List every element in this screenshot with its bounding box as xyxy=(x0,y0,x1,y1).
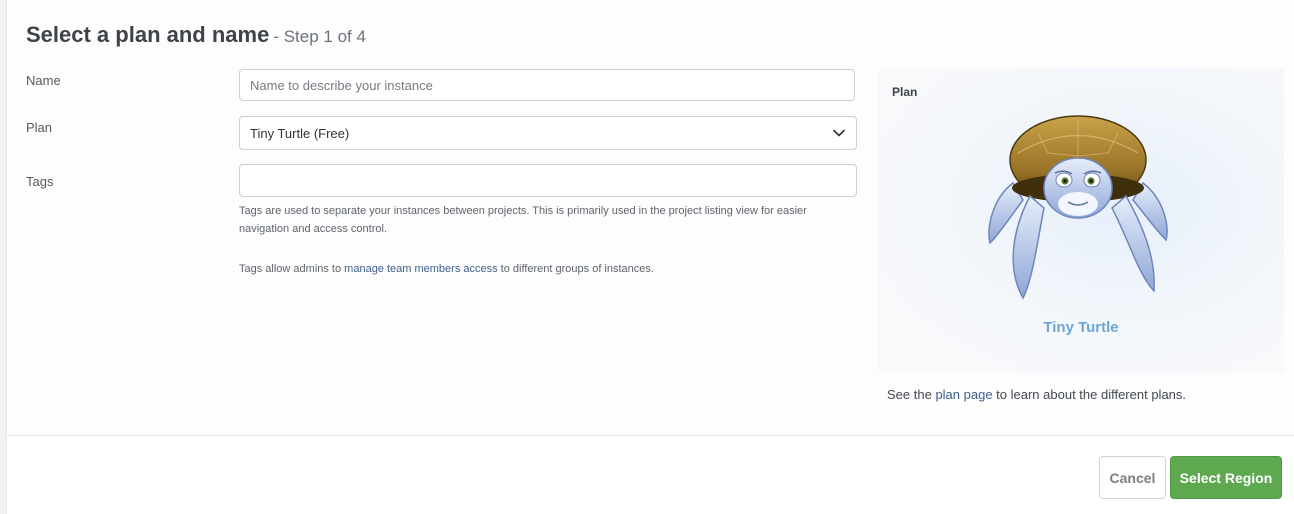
cancel-button[interactable]: Cancel xyxy=(1099,456,1166,499)
select-region-button[interactable]: Select Region xyxy=(1170,456,1282,499)
plan-name: Tiny Turtle xyxy=(1043,319,1119,336)
turtle-mascot-icon xyxy=(988,115,1168,300)
plan-page-link[interactable]: plan page xyxy=(935,387,992,402)
chevron-down-icon xyxy=(833,129,845,137)
name-input[interactable] xyxy=(239,69,855,101)
step-indicator: - Step 1 of 4 xyxy=(273,27,366,46)
name-label: Name xyxy=(26,73,61,88)
plan-card: Plan Tiny Turtle xyxy=(878,68,1284,373)
tags-access-help: Tags allow admins to manage team members… xyxy=(239,260,849,278)
plan-note-prefix: See the xyxy=(887,387,936,402)
plan-select[interactable]: Tiny Turtle (Free) xyxy=(239,116,857,150)
page-title-text: Select a plan and name xyxy=(26,22,270,47)
tags-access-suffix: to different groups of instances. xyxy=(497,263,654,275)
page-title: Select a plan and name - Step 1 of 4 xyxy=(26,22,366,48)
plan-note-suffix: to learn about the different plans. xyxy=(992,387,1187,402)
plan-note: See the plan page to learn about the dif… xyxy=(887,387,1186,402)
tags-help-text: Tags are used to separate your instances… xyxy=(239,205,807,235)
left-edge xyxy=(0,0,7,514)
tags-label: Tags xyxy=(26,174,54,189)
tags-input[interactable] xyxy=(239,164,857,197)
plan-select-value: Tiny Turtle (Free) xyxy=(250,125,350,141)
tags-access-prefix: Tags allow admins to xyxy=(239,263,345,275)
manage-team-access-link[interactable]: manage team members access xyxy=(344,263,497,275)
plan-label: Plan xyxy=(26,120,53,135)
wizard-panel: Select a plan and name - Step 1 of 4 Name… xyxy=(7,0,1294,436)
plan-card-heading: Plan xyxy=(892,85,918,99)
